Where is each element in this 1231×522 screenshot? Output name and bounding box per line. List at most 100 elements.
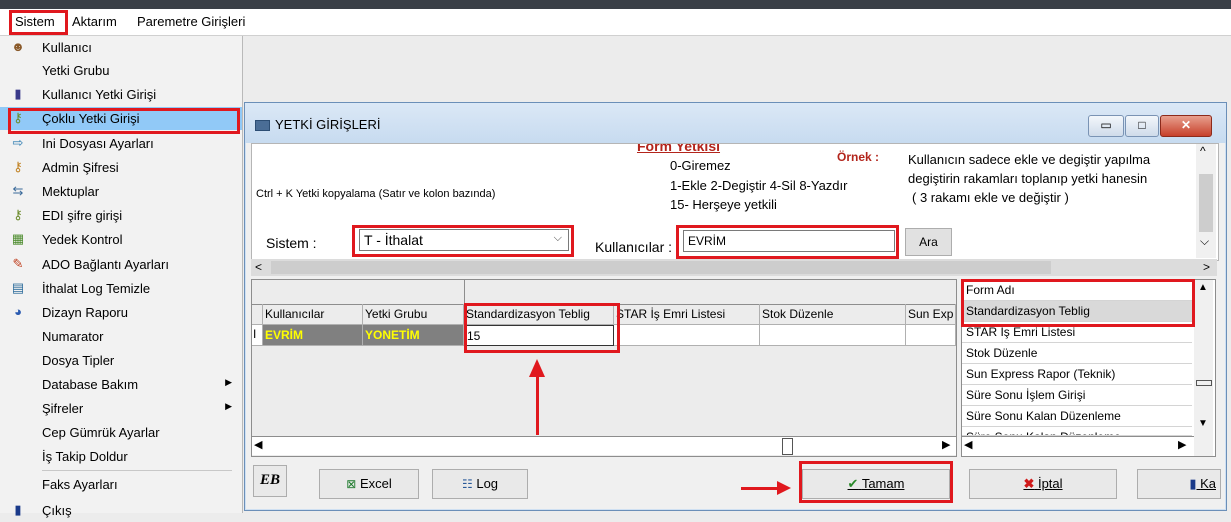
excel-icon: ⊠ [346,477,357,491]
menu-item-8[interactable]: ⚷ EDI şifre girişi [0,204,242,227]
form-list-item[interactable]: Süre Sonu İşlem Girişi [962,385,1192,406]
menu-item-label: Database Bakım [42,377,139,392]
kullanicilar-value: EVRİM [688,234,727,248]
cell-star-is-emri[interactable] [614,325,760,346]
ara-button[interactable]: Ara [905,228,952,256]
key-icon: ⚷ [13,110,23,125]
col-sun-express[interactable]: Sun Exp [906,304,956,325]
info-hscroll[interactable]: < > [251,259,1217,276]
form-list-item[interactable]: Standardizasyon Teblig [962,301,1192,322]
col-star-is-emri[interactable]: STAR İş Emri Listesi [614,304,760,325]
form-list-item[interactable]: Sun Express Rapor (Teknik) [962,364,1192,385]
menu-item-label: Ini Dosyası Ayarları [42,136,154,151]
tamam-label: Tamam [861,476,905,491]
menu-item-label: İthalat Log Temizle [42,281,151,296]
col-stok-duzenle[interactable]: Stok Düzenle [760,304,906,325]
menu-item-19[interactable]: Faks Ayarları [0,473,242,496]
log-label: Log [476,476,499,491]
scroll-right-icon[interactable]: > [1203,260,1210,274]
menu-item-20[interactable]: ▮ Çıkış [0,499,242,522]
menu-item-7[interactable]: ⇆ Mektuplar [0,180,242,203]
menu-item-1[interactable]: ☻ Kullanıcı [0,36,242,59]
form-list-item[interactable]: STAR İş Emri Listesi [962,322,1192,343]
menu-item-12[interactable]: ◕ Dizayn Raporu [0,301,242,324]
grid-hscroll-thumb[interactable] [782,438,793,455]
info-hscroll-thumb[interactable] [271,261,1051,274]
sistem-select-value: T - İthalat [364,232,423,248]
menu-parametre-girisleri[interactable]: Paremetre Girişleri [137,14,245,29]
menu-item-label: Mektuplar [42,184,100,199]
cell-group[interactable]: YONETİM [363,325,464,346]
submenu-arrow-icon: ▶ [225,401,232,411]
menu-item-14[interactable]: Dosya Tipler [0,349,242,372]
menu-item-5[interactable]: ⇨ Ini Dosyası Ayarları [0,132,242,155]
grid-scroll-left-icon[interactable]: ◀ [254,438,262,451]
tamam-button[interactable]: ✔ Tamam [802,469,950,499]
menu-item-17[interactable]: Cep Gümrük Ayarlar [0,421,242,444]
form-list-item[interactable]: Süre Sonu Kalan Düzenleme [962,406,1192,427]
maximize-button[interactable]: □ [1125,115,1159,137]
info-vscroll-thumb[interactable] [1199,174,1213,232]
chevron-down-icon: ⌵ [553,232,562,244]
cell-standardizasyon[interactable]: 15 [464,325,614,346]
menu-item-label: Dosya Tipler [42,353,115,368]
menu-item-10[interactable]: ✎ ADO Bağlantı Ayarları [0,253,242,276]
list-scroll-up-icon[interactable]: ▲ [1198,282,1208,293]
log-button[interactable]: ☷ Log [432,469,528,499]
backup-icon: ▦ [11,231,25,246]
window-titlebar[interactable]: YETKİ GİRİŞLERİ ▭ □ ✕ [245,103,1226,143]
iptal-button[interactable]: ✖ İptal [969,469,1117,499]
scroll-down-icon[interactable]: ⌵ [1200,234,1209,249]
menu-item-13[interactable]: Numarator [0,325,242,348]
menu-aktarim[interactable]: Aktarım [72,14,117,29]
cell-stok-duzenle[interactable] [760,325,906,346]
menu-sistem[interactable]: Sistem [15,14,55,29]
code-1: 1-Ekle 2-Degiştir 4-Sil 8-Yazdır [670,178,848,193]
kullanicilar-input[interactable]: EVRİM [683,230,895,252]
scroll-left-icon[interactable]: < [255,260,262,274]
menu-item-2[interactable]: Yetki Grubu [0,59,242,82]
list-scroll-right-icon[interactable]: ▶ [1178,438,1186,451]
kapat-button[interactable]: ▮ Ka [1137,469,1221,499]
excel-button[interactable]: ⊠ Excel [319,469,419,499]
menu-item-15[interactable]: Database Bakım ▶ [0,373,242,396]
grid-scroll-right-icon[interactable]: ▶ [942,438,950,451]
window-title: YETKİ GİRİŞLERİ [275,117,381,132]
menu-item-3[interactable]: ▮ Kullanıcı Yetki Girişi [0,83,242,106]
cell-sun-express[interactable] [906,325,956,346]
excel-label: Excel [359,476,392,491]
form-list-header[interactable]: Form Adı [962,280,1194,301]
form-list-item[interactable]: Süre Sonu Kalan Düzenleme [962,427,1192,436]
list-scroll-left-icon[interactable]: ◀ [964,438,972,451]
sistem-select[interactable]: T - İthalat ⌵ [359,229,569,251]
minimize-button[interactable]: ▭ [1088,115,1124,137]
col-kullanicilar[interactable]: Kullanıcılar [263,304,363,325]
menu-item-6[interactable]: ⚷ Admin Şifresi [0,156,242,179]
scroll-up-icon[interactable]: ^ [1200,144,1206,158]
grid-hscroll[interactable]: ◀ ▶ [252,436,956,455]
list-hscroll[interactable]: ◀ ▶ [962,436,1194,455]
info-vscroll[interactable]: ^ ⌵ [1196,144,1216,258]
yetki-girisleri-window: YETKİ GİRİŞLERİ ▭ □ ✕ Form Yetkisi Ctrl … [244,102,1227,511]
close-button[interactable]: ✕ [1160,115,1212,137]
bottom-bar: EB ⊠ Excel ☷ Log ✔ Tamam ✖ İptal ▮ Ka [251,461,1221,504]
list-scroll-down-icon[interactable]: ▼ [1198,418,1208,429]
menu-item-18[interactable]: İş Takip Doldur [0,445,242,468]
col-yetki-grubu[interactable]: Yetki Grubu [363,304,464,325]
file-arrow-icon: ⇨ [12,135,24,150]
menu-item-9[interactable]: ▦ Yedek Kontrol [0,228,242,251]
list-scroll-thumb[interactable] [1196,380,1212,386]
menu-item-label: Numarator [42,329,104,344]
menu-item-11[interactable]: ▤ İthalat Log Temizle [0,277,242,300]
red-arrow-up-head [529,359,545,377]
log-icon: ☷ [461,477,473,491]
cell-user[interactable]: EVRİM [263,325,363,346]
form-list-item[interactable]: Stok Düzenle [962,343,1192,364]
form-list-vscroll[interactable]: ▲ ▼ [1194,280,1213,456]
kullanicilar-label: Kullanıcılar : [595,239,673,255]
menu-item-4[interactable]: ⚷ Çoklu Yetki Girişi [0,107,242,130]
col-standardizasyon[interactable]: Standardizasyon Teblig [464,304,614,325]
menu-item-16[interactable]: Şifreler ▶ [0,397,242,420]
row-marker: I [252,325,263,346]
eb-logo-button[interactable]: EB [253,465,287,497]
